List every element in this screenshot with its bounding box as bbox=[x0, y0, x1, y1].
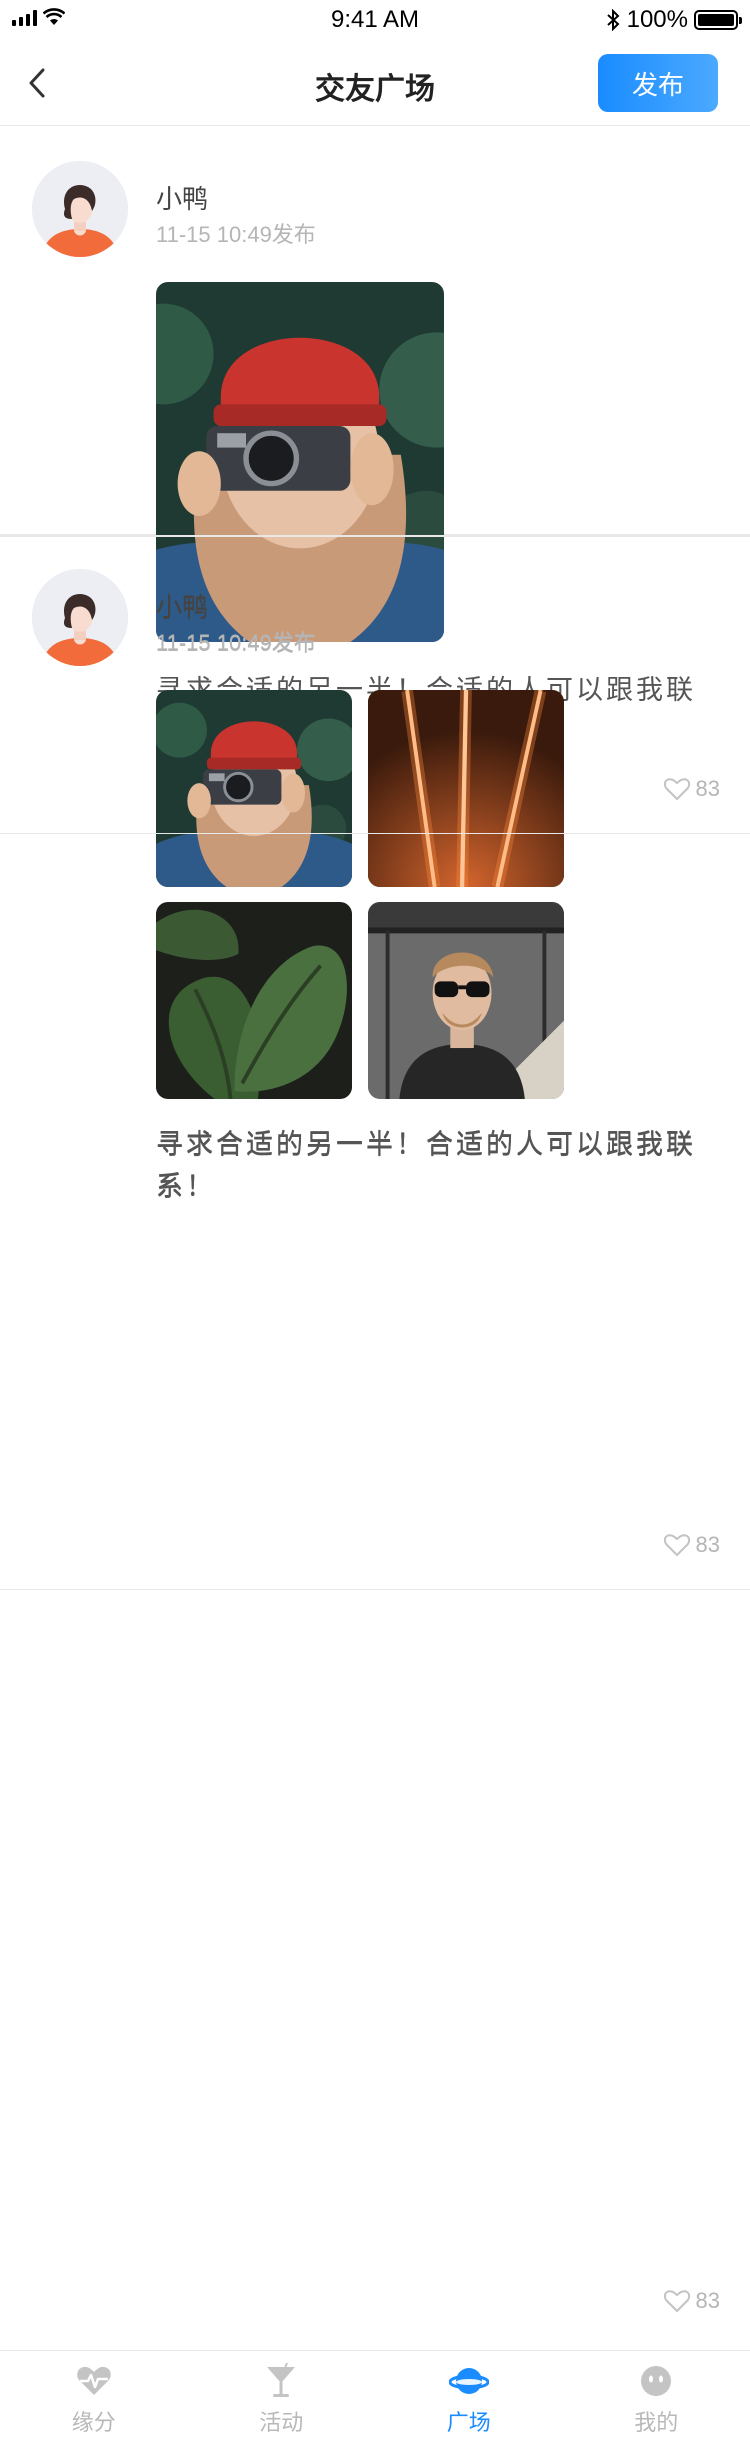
like-button[interactable]: 83 bbox=[664, 776, 720, 802]
post-media bbox=[156, 691, 566, 1101]
heart-pulse-icon bbox=[76, 2366, 111, 2395]
publish-button[interactable]: 发布 bbox=[598, 54, 718, 112]
tab-label: 广场 bbox=[446, 2410, 491, 2435]
avatar[interactable] bbox=[32, 570, 128, 666]
post-text: 寻求合适的另一半！合适的人可以跟我联系！ bbox=[156, 1130, 696, 1202]
divider bbox=[0, 1589, 750, 1590]
like-button[interactable]: 83 bbox=[664, 1532, 720, 1558]
like-count: 83 bbox=[695, 2288, 720, 2313]
face-icon bbox=[641, 2366, 672, 2396]
username[interactable]: 小鸭 bbox=[156, 179, 208, 216]
tab-square[interactable]: 广场 bbox=[375, 2351, 563, 2446]
tab-label: 活动 bbox=[259, 2410, 304, 2435]
nav-bar: 交友广场 发布 bbox=[0, 40, 750, 126]
like-count: 83 bbox=[695, 776, 720, 801]
tab-label: 缘分 bbox=[71, 2410, 116, 2435]
avatar[interactable] bbox=[32, 161, 128, 257]
username[interactable]: 小鸭 bbox=[156, 588, 208, 625]
cocktail-icon bbox=[267, 2362, 296, 2397]
heart-outline-icon bbox=[664, 1533, 690, 1557]
post-time: 11-15 10:49发布 bbox=[156, 631, 316, 656]
post-photo[interactable] bbox=[156, 691, 352, 887]
post-photo[interactable] bbox=[368, 903, 564, 1099]
post-card: 小鸭 11-15 10:49发布 寻求合适的另一半！合适的人可以跟我联系！ bbox=[0, 536, 750, 1202]
feed: 小鸭 11-15 10:49发布 寻求合适的另一半！合适的人可以跟我联系！ 小鸭… bbox=[0, 127, 750, 1202]
battery-icon bbox=[694, 10, 742, 30]
post-card: 小鸭 11-15 10:49发布 寻求合适的另一半！合适的人可以跟我联系！ bbox=[0, 127, 750, 747]
tab-activity[interactable]: 活动 bbox=[188, 2351, 376, 2446]
post-time: 11-15 10:49发布 bbox=[156, 222, 316, 247]
bluetooth-icon bbox=[606, 9, 620, 31]
post-photo[interactable] bbox=[156, 903, 352, 1099]
tab-fate[interactable]: 缘分 bbox=[0, 2351, 188, 2446]
divider bbox=[0, 833, 750, 834]
tab-label: 我的 bbox=[634, 2410, 679, 2435]
heart-outline-icon bbox=[664, 777, 690, 801]
tab-mine[interactable]: 我的 bbox=[563, 2351, 750, 2446]
status-right: 100% bbox=[605, 6, 742, 34]
like-count: 83 bbox=[695, 1532, 720, 1557]
battery-percent: 100% bbox=[626, 6, 688, 33]
tab-bar: 缘分 活动 广场 我的 bbox=[0, 2350, 750, 2446]
heart-outline-icon bbox=[664, 2289, 690, 2313]
post-photo[interactable] bbox=[368, 691, 564, 887]
planet-icon bbox=[448, 2368, 489, 2394]
like-button[interactable]: 83 bbox=[664, 2288, 720, 2314]
status-bar: 9:41 AM 100% bbox=[0, 0, 750, 40]
